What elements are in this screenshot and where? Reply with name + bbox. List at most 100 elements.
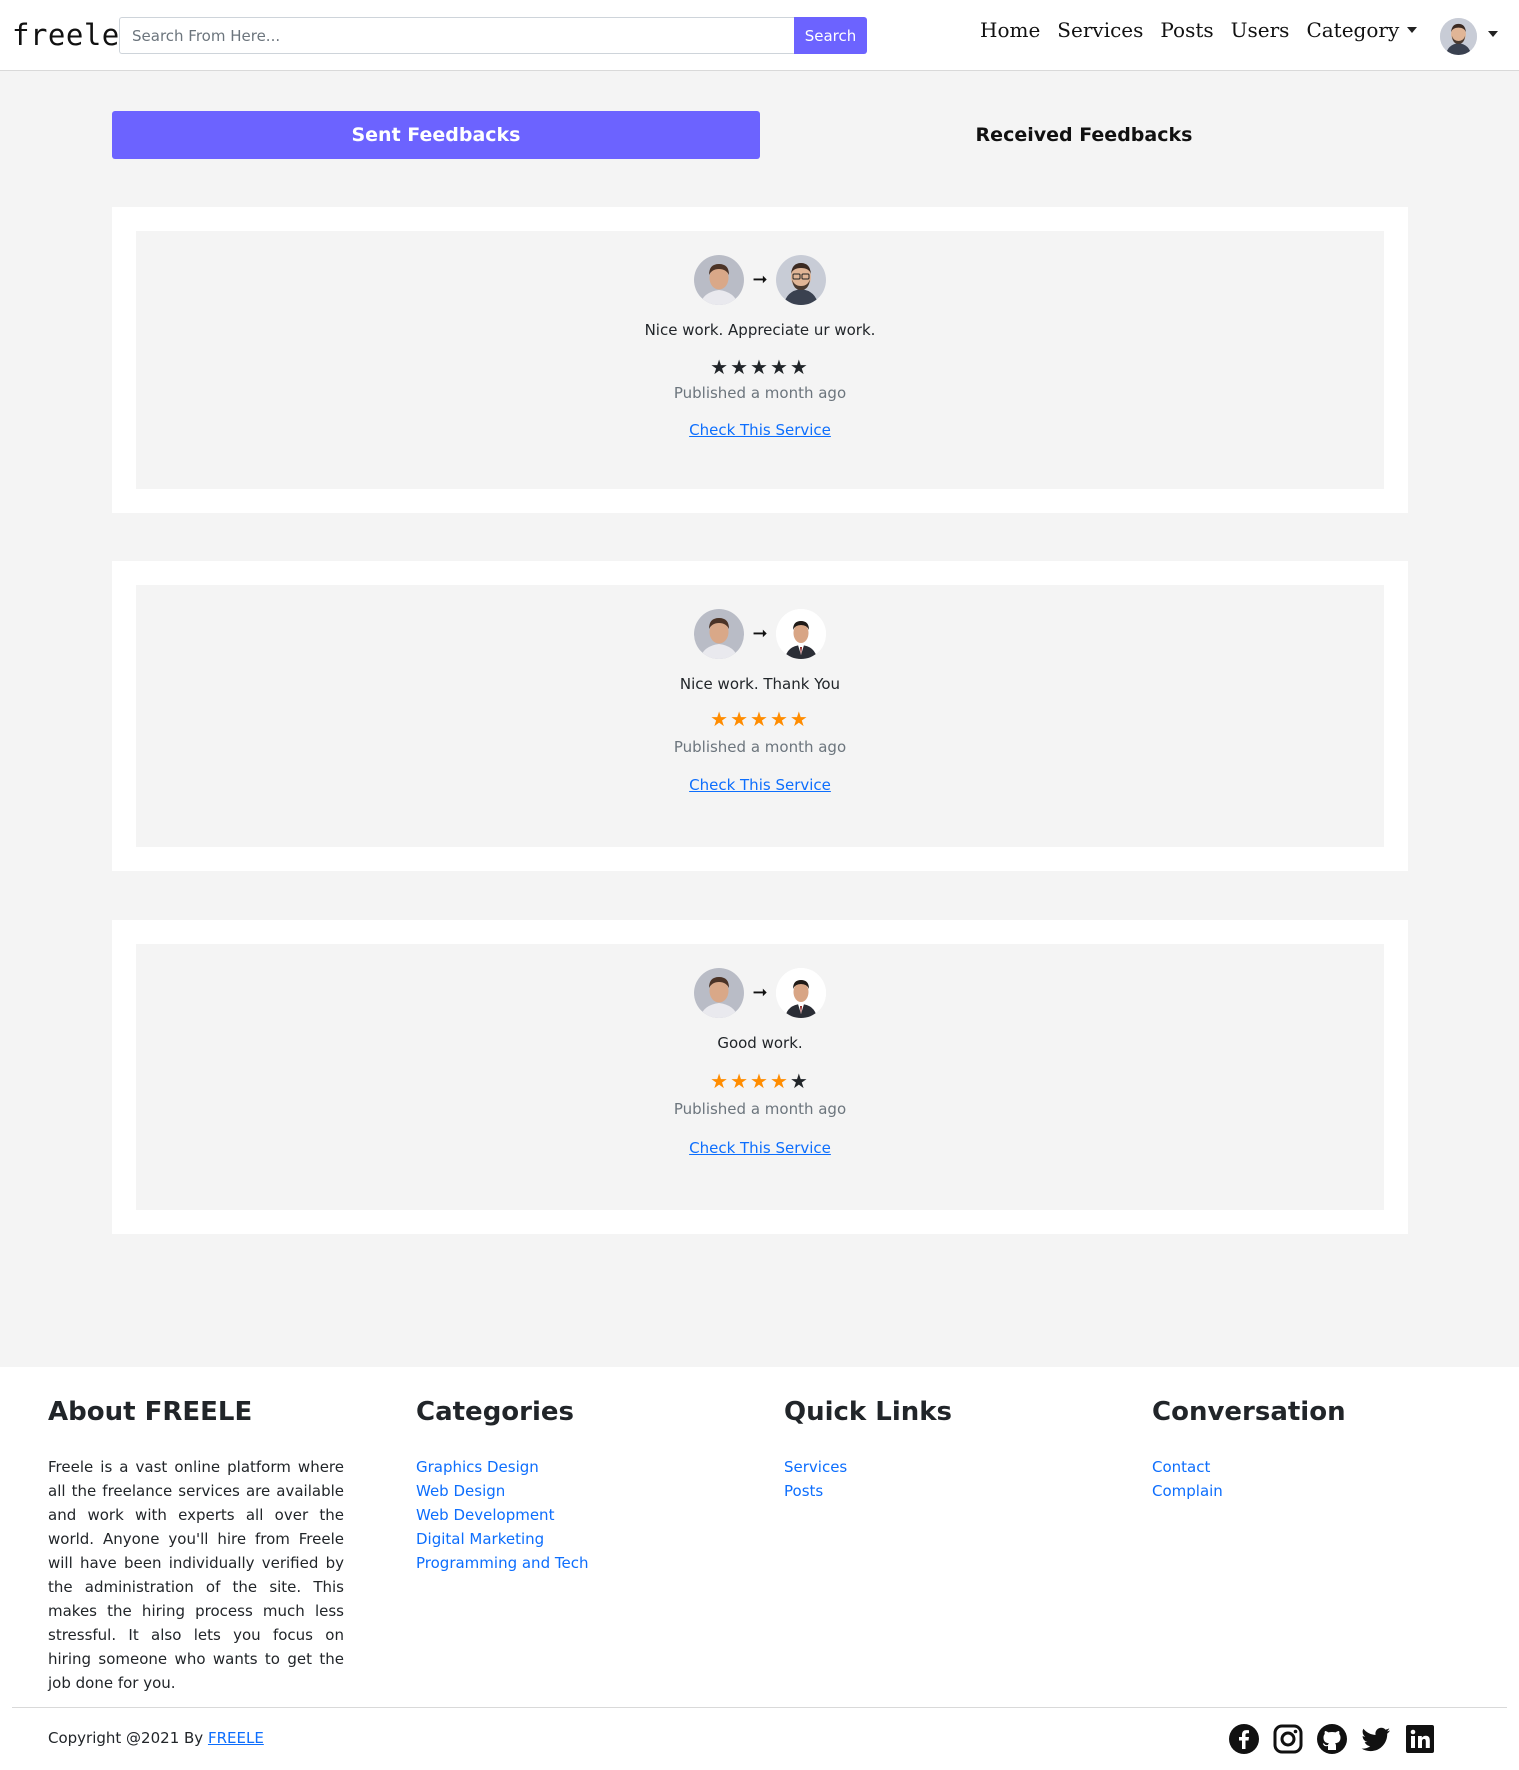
tab-sent-feedbacks[interactable]: Sent Feedbacks (112, 111, 760, 159)
footer-about-title: About FREELE (48, 1397, 253, 1427)
chevron-down-icon[interactable] (1488, 31, 1498, 37)
instagram-icon[interactable] (1272, 1723, 1304, 1755)
receiver-avatar-icon (775, 609, 826, 659)
footer: About FREELE Freele is a vast online pla… (0, 1367, 1519, 1770)
footer-link-services[interactable]: Services (784, 1455, 952, 1479)
arrow-right-icon: ➞ (752, 982, 768, 1003)
receiver-avatar[interactable] (775, 968, 826, 1018)
facebook-icon[interactable] (1228, 1723, 1260, 1755)
feedback-participants: ➞ (136, 255, 1384, 305)
rating-stars: ★★★★★ (136, 355, 1384, 379)
feedback-participants: ➞ (136, 609, 1384, 659)
footer-conversation: Conversation Contact Complain (1152, 1397, 1346, 1503)
footer-conv-title: Conversation (1152, 1397, 1346, 1427)
star-icon: ★ (769, 1069, 790, 1093)
receiver-avatar-icon (775, 968, 826, 1018)
brand-logo[interactable]: freele (12, 18, 120, 52)
star-icon: ★ (789, 707, 810, 731)
published-time: Published a month ago (673, 1100, 847, 1118)
rating-stars: ★★★★★ (136, 1069, 1384, 1093)
feedback-text: Good work. (717, 1034, 803, 1052)
star-icon: ★ (730, 1069, 751, 1093)
nav-links: Home Services Posts Users Category (980, 18, 1418, 42)
footer-link-digital-marketing[interactable]: Digital Marketing (416, 1527, 588, 1551)
star-icon: ★ (789, 1069, 810, 1093)
rating-stars: ★★★★★ (136, 707, 1384, 731)
footer-about: About FREELE Freele is a vast online pla… (48, 1397, 344, 1695)
nav-posts[interactable]: Posts (1160, 18, 1213, 42)
check-service-link[interactable]: Check This Service (689, 776, 831, 794)
footer-about-text: Freele is a vast online platform where a… (48, 1458, 344, 1692)
sender-avatar[interactable] (694, 609, 745, 659)
nav-users[interactable]: Users (1231, 18, 1290, 42)
footer-link-posts[interactable]: Posts (784, 1479, 952, 1503)
feedback-text: Nice work. Appreciate ur work. (644, 321, 876, 339)
footer-categories: Categories Graphics Design Web Design We… (416, 1397, 588, 1575)
linkedin-icon[interactable] (1404, 1723, 1436, 1755)
user-avatar[interactable] (1440, 18, 1477, 55)
feedback-participants: ➞ (136, 968, 1384, 1018)
tab-received-feedbacks[interactable]: Received Feedbacks (760, 111, 1408, 159)
published-time: Published a month ago (673, 384, 847, 402)
nav-category-label: Category (1306, 18, 1400, 42)
footer-link-web-development[interactable]: Web Development (416, 1503, 588, 1527)
published-time: Published a month ago (673, 738, 847, 756)
star-icon: ★ (789, 355, 810, 379)
star-icon: ★ (750, 355, 770, 379)
footer-quick-links: Quick Links Services Posts (784, 1397, 952, 1503)
feedback-text: Nice work. Thank You (679, 675, 841, 693)
check-service-link[interactable]: Check This Service (689, 1139, 831, 1157)
footer-link-complain[interactable]: Complain (1152, 1479, 1346, 1503)
feedback-card-body: ➞ Good work. ★★★★★ Published a month ago… (136, 944, 1384, 1210)
social-links (1228, 1723, 1436, 1755)
feedback-card: ➞ Nice work. Thank You ★★★★★ Published a… (112, 561, 1408, 871)
star-icon: ★ (769, 707, 790, 731)
footer-link-programming-tech[interactable]: Programming and Tech (416, 1551, 588, 1575)
user-avatar-icon (1440, 18, 1477, 55)
feedback-card-body: ➞ Nice work. Thank You ★★★★★ Published a… (136, 585, 1384, 847)
navbar: freele Search Home Services Posts Users … (0, 0, 1519, 71)
star-icon: ★ (750, 1069, 770, 1093)
footer-divider (12, 1707, 1507, 1708)
search-input[interactable] (119, 17, 794, 54)
footer-link-web-design[interactable]: Web Design (416, 1479, 588, 1503)
sender-avatar[interactable] (694, 255, 745, 305)
arrow-right-icon: ➞ (752, 269, 768, 290)
star-icon: ★ (730, 355, 751, 379)
copyright-brand-link[interactable]: FREELE (208, 1729, 264, 1747)
receiver-avatar[interactable] (775, 609, 826, 659)
receiver-avatar[interactable] (775, 255, 826, 305)
star-icon: ★ (710, 1069, 731, 1093)
check-service-link-row: Check This Service (136, 1139, 1384, 1157)
sender-avatar-icon (694, 255, 745, 305)
footer-categories-title: Categories (416, 1397, 575, 1427)
feedback-card: ➞ Good work. ★★★★★ Published a month ago… (112, 920, 1408, 1234)
star-icon: ★ (710, 355, 731, 379)
copyright-text: Copyright @2021 By (48, 1729, 204, 1747)
sender-avatar[interactable] (694, 968, 745, 1018)
footer-link-graphics-design[interactable]: Graphics Design (416, 1455, 588, 1479)
nav-services[interactable]: Services (1057, 18, 1143, 42)
search-button[interactable]: Search (794, 17, 867, 54)
star-icon: ★ (769, 355, 790, 379)
receiver-avatar-icon (775, 255, 826, 305)
github-icon[interactable] (1316, 1723, 1348, 1755)
footer-link-contact[interactable]: Contact (1152, 1455, 1346, 1479)
copyright: Copyright @2021 By FREELE (48, 1729, 264, 1747)
sender-avatar-icon (694, 968, 745, 1018)
twitter-icon[interactable] (1360, 1723, 1392, 1755)
footer-quick-title: Quick Links (784, 1397, 953, 1427)
sender-avatar-icon (694, 609, 745, 659)
star-icon: ★ (750, 707, 770, 731)
arrow-right-icon: ➞ (752, 623, 768, 644)
nav-category-dropdown[interactable]: Category (1306, 18, 1418, 42)
star-icon: ★ (710, 707, 731, 731)
nav-home[interactable]: Home (980, 18, 1040, 42)
feedback-card: ➞ Nice work. Appreciate ur work. ★★★★★ P… (112, 207, 1408, 513)
check-service-link-row: Check This Service (136, 421, 1384, 439)
check-service-link-row: Check This Service (136, 776, 1384, 794)
star-icon: ★ (730, 707, 751, 731)
chevron-down-icon (1407, 27, 1418, 33)
feedback-card-body: ➞ Nice work. Appreciate ur work. ★★★★★ P… (136, 231, 1384, 489)
check-service-link[interactable]: Check This Service (689, 421, 831, 439)
